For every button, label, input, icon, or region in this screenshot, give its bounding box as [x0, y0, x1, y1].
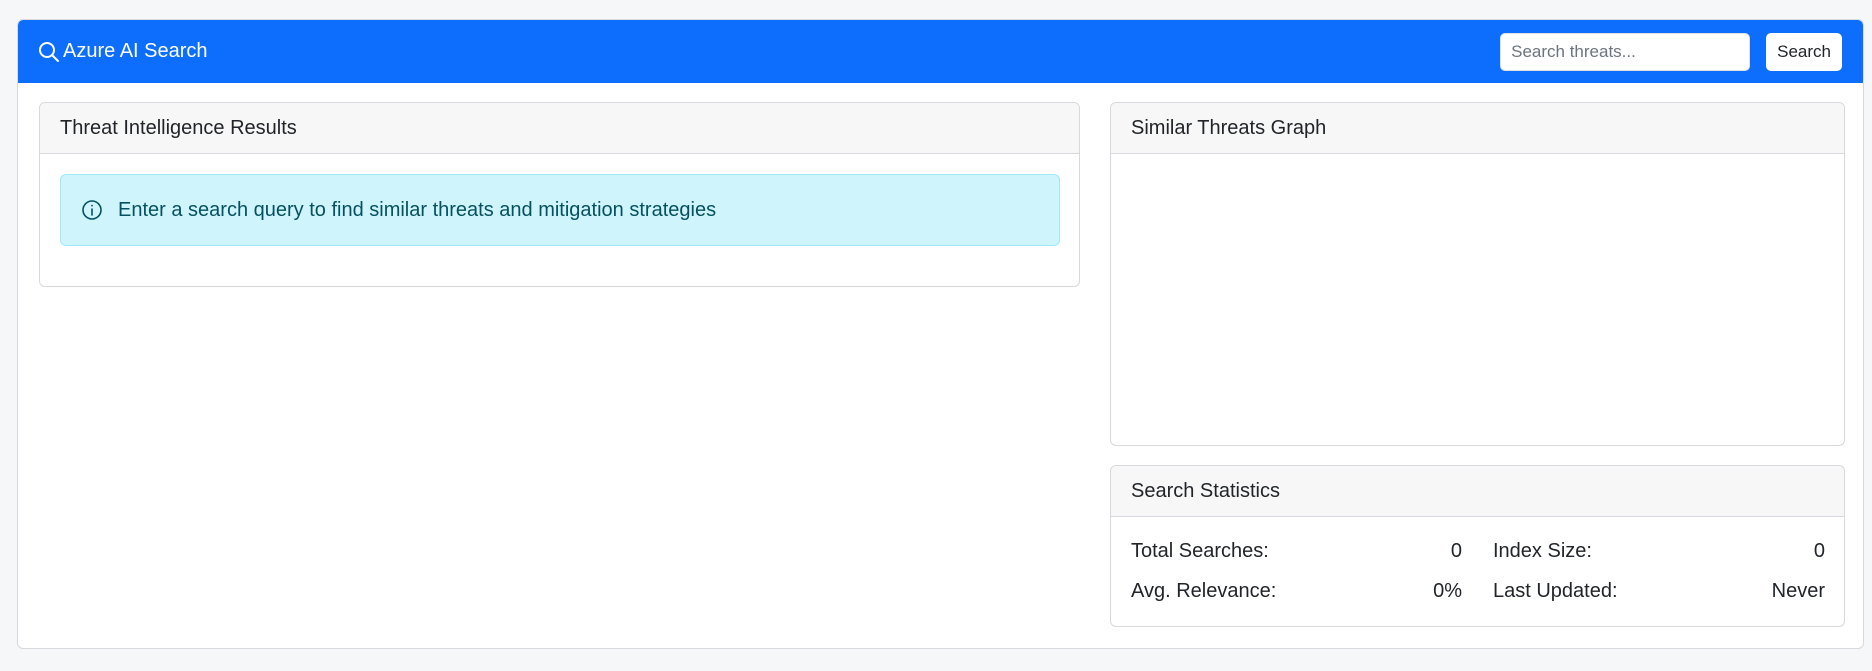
threat-results-card: Threat Intelligence Results Enter a sear… — [39, 102, 1080, 287]
navbar-search-form: Search — [1500, 32, 1842, 71]
stat-last-updated: Last Updated: Never — [1493, 579, 1825, 603]
search-icon — [38, 41, 60, 63]
similar-threats-graph-card: Similar Threats Graph — [1110, 102, 1845, 446]
app-window: Azure AI Search Search Threat Intelligen… — [17, 19, 1864, 649]
stat-index-size: Index Size: 0 — [1493, 539, 1825, 563]
alert-text: Enter a search query to find similar thr… — [118, 198, 717, 221]
graph-canvas[interactable] — [1111, 155, 1844, 445]
stat-total-searches: Total Searches: 0 — [1131, 539, 1462, 563]
info-circle-icon — [81, 199, 103, 221]
stat-value: 0% — [1433, 579, 1462, 602]
results-card-title: Threat Intelligence Results — [40, 103, 1079, 154]
stat-label: Avg. Relevance: — [1131, 579, 1277, 602]
info-alert: Enter a search query to find similar thr… — [60, 174, 1060, 246]
navbar-brand[interactable]: Azure AI Search — [38, 40, 208, 63]
stat-label: Total Searches: — [1131, 539, 1269, 562]
stat-label: Index Size: — [1493, 539, 1592, 562]
search-button[interactable]: Search — [1766, 32, 1842, 71]
stats-grid: Total Searches: 0 Index Size: 0 Avg. Rel… — [1131, 539, 1825, 603]
stat-label: Last Updated: — [1493, 579, 1618, 602]
stat-value: 0 — [1450, 539, 1462, 562]
search-input[interactable] — [1500, 32, 1751, 71]
stat-value: Never — [1771, 579, 1825, 602]
top-navbar: Azure AI Search Search — [18, 20, 1863, 83]
stat-value: 0 — [1813, 539, 1825, 562]
brand-label: Azure AI Search — [63, 40, 208, 62]
stats-card-title: Search Statistics — [1111, 466, 1844, 517]
graph-card-title: Similar Threats Graph — [1111, 103, 1844, 154]
stat-avg-relevance: Avg. Relevance: 0% — [1131, 579, 1462, 603]
search-statistics-card: Search Statistics Total Searches: 0 Inde… — [1110, 465, 1845, 627]
